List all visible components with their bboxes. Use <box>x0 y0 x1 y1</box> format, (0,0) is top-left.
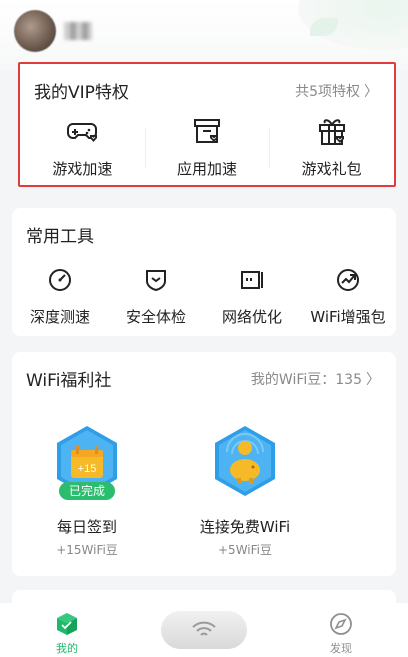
avatar[interactable] <box>14 10 56 52</box>
vip-item-game-gift[interactable]: 游戏礼包 <box>269 114 394 179</box>
tab-mine-label: 我的 <box>56 642 78 655</box>
tools-title: 常用工具 <box>26 227 94 247</box>
vip-item-app-boost[interactable]: 应用加速 <box>144 114 270 179</box>
vip-item-label: 游戏礼包 <box>301 160 362 178</box>
tool-label: 安全体检 <box>125 308 186 326</box>
profile-header <box>0 0 408 70</box>
boost-chart-icon <box>337 269 359 291</box>
speedometer-icon <box>49 269 71 291</box>
vip-item-label: 游戏加速 <box>52 160 113 178</box>
task-connect-free-wifi[interactable]: 连接免费WiFi +5WiFi豆 <box>180 424 310 558</box>
tab-mine[interactable]: 我的 <box>42 611 92 656</box>
vip-summary-link[interactable]: 共5项特权〉 <box>295 81 378 101</box>
task-title: 连接免费WiFi <box>199 518 291 536</box>
tool-label: 网络优化 <box>221 308 282 326</box>
calendar-checkin-icon: +15 已完成 <box>57 426 117 500</box>
common-tools-card: 常用工具 深度测速 安全体检 网络优化 WiFi增强包 <box>12 208 396 336</box>
wifi-welfare-card: WiFi福利社 我的WiFi豆：135 〉 +15 已完成 每日签到 +15WiF… <box>12 352 396 576</box>
wifi-beans-link[interactable]: 我的WiFi豆：135 〉 <box>251 369 380 389</box>
task-daily-checkin[interactable]: +15 已完成 每日签到 +15WiFi豆 <box>22 424 152 558</box>
wifi-beans-text: 我的WiFi豆：135 <box>250 372 362 388</box>
task-reward: +5WiFi豆 <box>218 543 272 557</box>
vip-item-game-boost[interactable]: 游戏加速 <box>20 114 145 179</box>
wifi-icon <box>192 621 216 636</box>
shield-icon <box>146 270 166 292</box>
tool-wifi-boost-pack[interactable]: WiFi增强包 <box>300 266 396 327</box>
tool-security-check[interactable]: 安全体检 <box>108 266 204 327</box>
tool-network-optimize[interactable]: 网络优化 <box>204 266 300 327</box>
tab-discover-label: 发现 <box>330 642 352 655</box>
tool-label: 深度测速 <box>29 308 90 326</box>
compass-icon <box>330 613 352 635</box>
network-optimize-icon <box>241 271 263 289</box>
piggy-bank-icon <box>215 426 275 496</box>
app-box-icon <box>194 119 220 143</box>
wifi-connect-button[interactable] <box>161 611 247 649</box>
vip-summary-text: 共5项特权 <box>295 84 360 100</box>
chevron-right-icon: 〉 <box>366 372 380 388</box>
completed-badge: 已完成 <box>69 483 105 498</box>
calendar-text: +15 <box>78 463 97 475</box>
chevron-right-icon: 〉 <box>364 84 378 100</box>
welfare-title: WiFi福利社 <box>26 371 112 391</box>
vip-title: 我的VIP特权 <box>34 83 129 103</box>
task-reward: +15WiFi豆 <box>56 543 118 557</box>
vip-privileges-card: 我的VIP特权 共5项特权〉 游戏加速 应用加速 游戏礼包 <box>18 62 396 187</box>
gift-icon <box>318 119 345 145</box>
tool-label: WiFi增强包 <box>310 308 386 326</box>
tab-discover[interactable]: 发现 <box>316 611 366 656</box>
username-blurred <box>64 22 92 40</box>
task-title: 每日签到 <box>56 518 117 536</box>
gamepad-icon <box>67 123 98 142</box>
vip-item-label: 应用加速 <box>177 160 238 178</box>
tool-speed-test[interactable]: 深度测速 <box>12 266 108 327</box>
cube-icon <box>57 613 77 635</box>
